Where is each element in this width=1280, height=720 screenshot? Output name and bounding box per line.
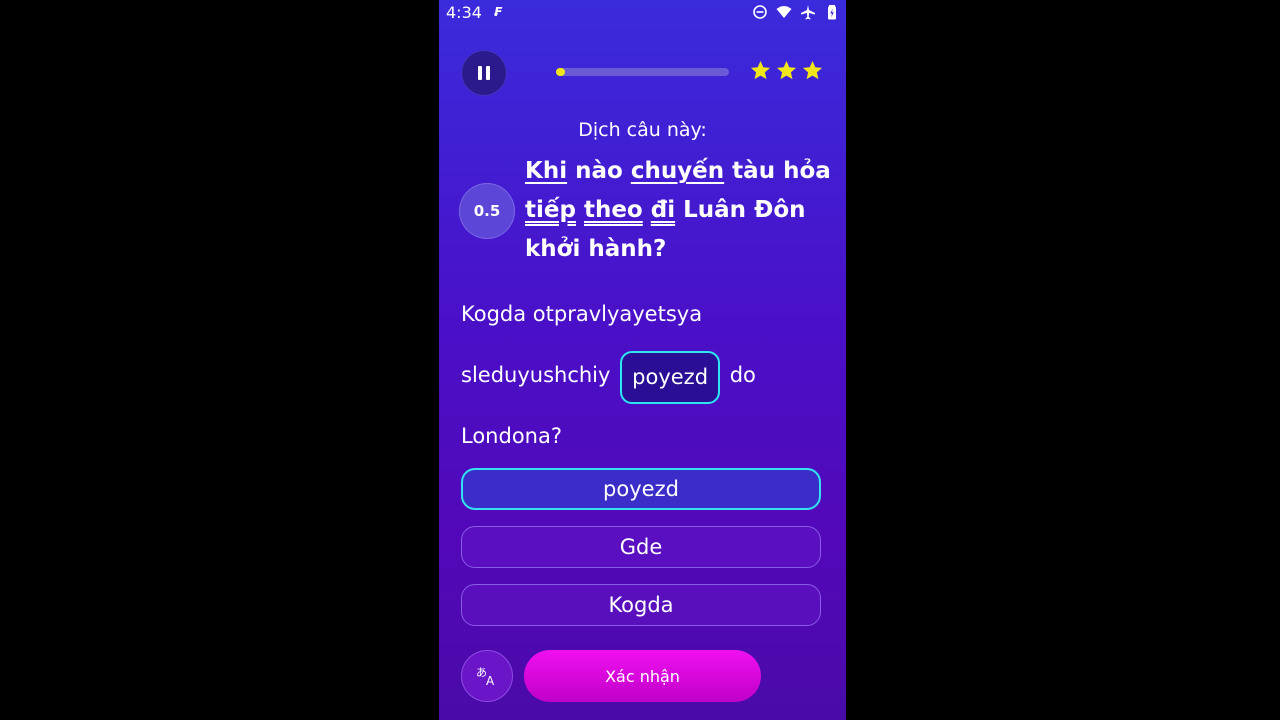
sentence-hint-word[interactable]: chuyến bbox=[631, 158, 724, 184]
wifi-icon bbox=[776, 6, 792, 18]
source-sentence: Khi nào chuyến tàu hỏa tiếp theo đi Luân… bbox=[525, 152, 835, 269]
confirm-button[interactable]: Xác nhận bbox=[524, 650, 761, 702]
status-time: 4:34 bbox=[446, 3, 482, 22]
pause-icon bbox=[478, 66, 490, 80]
star-rating bbox=[749, 59, 824, 82]
translate-icon: あ A bbox=[476, 666, 495, 688]
sentence-text: nào bbox=[567, 158, 631, 184]
star-icon bbox=[776, 60, 797, 80]
sentence-hint-word[interactable]: đi bbox=[651, 197, 675, 223]
svg-text:A: A bbox=[486, 674, 495, 688]
answer-line-1: Kogda otpravlyayetsya bbox=[461, 302, 703, 326]
answer-line-3: Londona? bbox=[461, 424, 562, 448]
progress-bar bbox=[556, 68, 729, 76]
answer-word-before: sleduyushchiy bbox=[461, 363, 611, 387]
answer-slot[interactable]: poyezd bbox=[620, 351, 721, 404]
phone-screen: 4:34 ₣ Dịch câu này: 0.5 Khi nào chuyến … bbox=[439, 0, 846, 720]
answer-line-2: sleduyushchiy poyezd do bbox=[461, 351, 756, 416]
status-icons bbox=[752, 4, 840, 20]
notification-app-icon: ₣ bbox=[494, 5, 503, 19]
option-button-kogda[interactable]: Kogda bbox=[461, 584, 821, 626]
prompt-label: Dịch câu này: bbox=[578, 119, 707, 141]
translate-button[interactable]: あ A bbox=[461, 650, 513, 702]
star-icon bbox=[750, 60, 771, 80]
sentence-text: tàu hỏa bbox=[724, 158, 831, 184]
sentence-text bbox=[576, 197, 584, 223]
progress-bar-fill bbox=[556, 68, 565, 76]
sentence-hint-word[interactable]: tiếp bbox=[525, 197, 576, 223]
level-badge[interactable]: 0.5 bbox=[459, 183, 515, 239]
star-icon bbox=[802, 60, 823, 80]
airplane-mode-icon bbox=[801, 5, 815, 20]
sentence-text bbox=[643, 197, 651, 223]
battery-icon bbox=[828, 5, 836, 20]
answer-word-after: do bbox=[729, 363, 756, 387]
pause-button[interactable] bbox=[461, 50, 507, 96]
option-button-gde[interactable]: Gde bbox=[461, 526, 821, 568]
sentence-hint-word[interactable]: theo bbox=[584, 197, 643, 223]
status-bar: 4:34 ₣ bbox=[439, 0, 846, 26]
option-button-poyezd[interactable]: poyezd bbox=[461, 468, 821, 510]
do-not-disturb-icon bbox=[753, 5, 767, 19]
sentence-hint-word[interactable]: Khi bbox=[525, 158, 567, 184]
